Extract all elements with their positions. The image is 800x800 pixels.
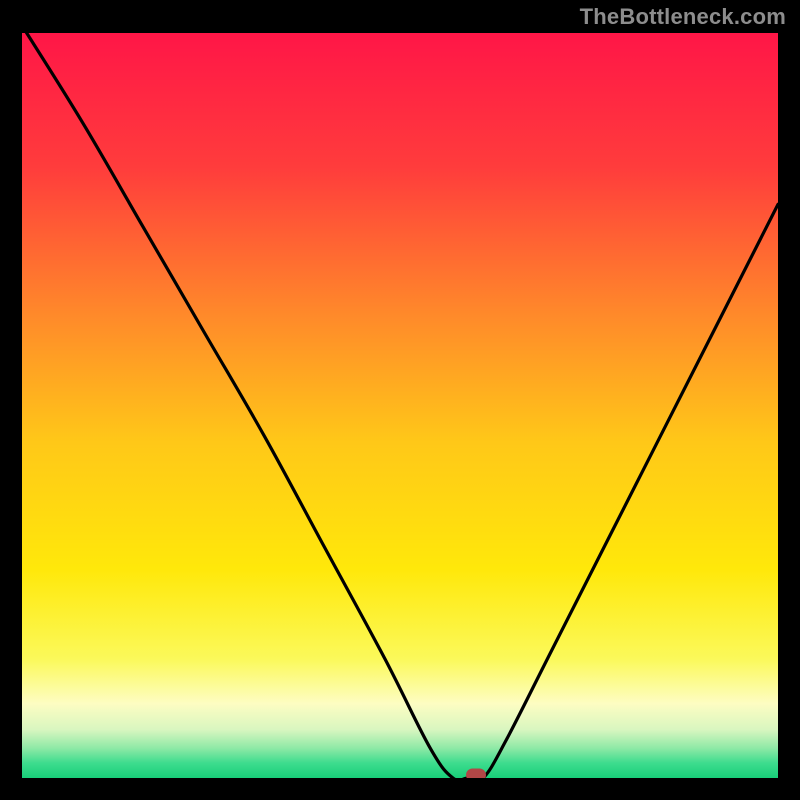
- watermark-text: TheBottleneck.com: [580, 4, 786, 30]
- chart-container: TheBottleneck.com: [0, 0, 800, 800]
- plot-area: [22, 33, 778, 778]
- optimal-marker: [466, 769, 486, 779]
- gradient-background: [22, 33, 778, 778]
